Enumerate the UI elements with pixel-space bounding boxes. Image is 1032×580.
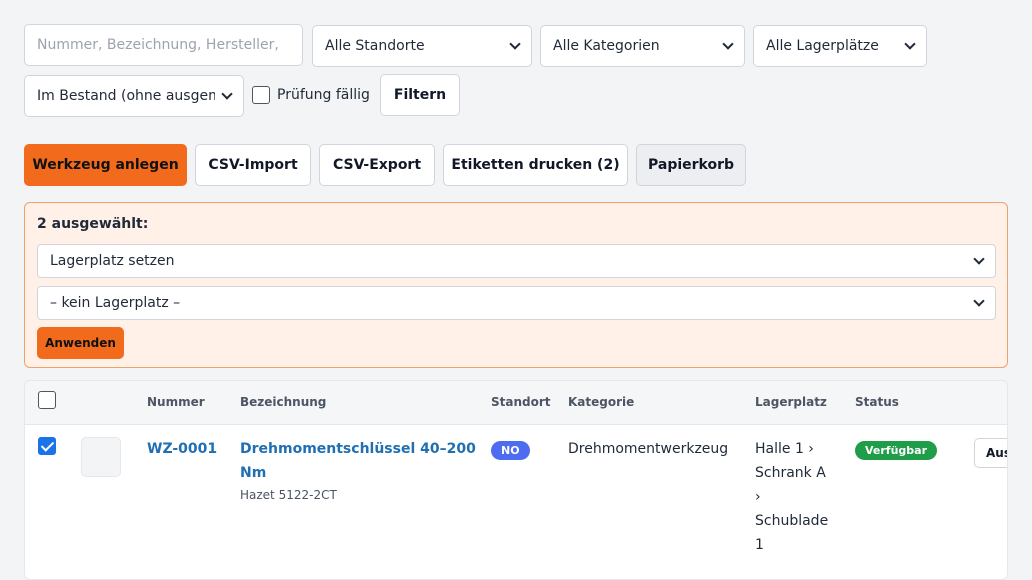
search-placeholder: Nummer, Bezeichnung, Hersteller, xyxy=(37,37,279,53)
chevron-down-icon xyxy=(221,88,233,100)
tool-name-link[interactable]: Drehmomentschlüssel 40–200 xyxy=(240,441,476,457)
bulk-action-select[interactable]: Lagerplatz setzen xyxy=(37,244,996,278)
lagerplatz-line: Schrank A xyxy=(755,465,826,481)
header-kategorie[interactable]: Kategorie xyxy=(568,395,634,409)
header-nummer[interactable]: Nummer xyxy=(147,395,205,409)
header-lagerplatz[interactable]: Lagerplatz xyxy=(755,395,827,409)
bestand-select[interactable]: Im Bestand (ohne ausgem xyxy=(24,75,244,117)
status-badge: Verfügbar xyxy=(855,441,938,460)
chevron-down-icon xyxy=(722,38,734,50)
header-standort[interactable]: Standort xyxy=(491,395,551,409)
select-all-checkbox[interactable] xyxy=(38,391,56,409)
lagerplatz-line: Schublade xyxy=(755,513,829,529)
tool-name-link-cont[interactable]: Nm xyxy=(240,465,266,481)
lagerplatz-select[interactable]: Alle Lagerplätze xyxy=(753,25,927,67)
chevron-down-icon xyxy=(973,295,985,307)
tools-table: Nummer Bezeichnung Standort Kategorie La… xyxy=(24,380,1008,580)
standort-select[interactable]: Alle Standorte xyxy=(312,25,532,67)
kategorie-select[interactable]: Alle Kategorien xyxy=(540,25,745,67)
kategorie-select-value: Alle Kategorien xyxy=(553,38,660,54)
header-bezeichnung[interactable]: Bezeichnung xyxy=(240,395,326,409)
trash-button[interactable]: Papierkorb xyxy=(636,144,746,186)
tool-number-link[interactable]: WZ-0001 xyxy=(147,441,217,457)
filter-button[interactable]: Filtern xyxy=(380,74,460,116)
lagerplatz-select-value: Alle Lagerplätze xyxy=(766,38,879,54)
print-labels-button[interactable]: Etiketten drucken (2) xyxy=(443,144,628,186)
bulk-value-value: – kein Lagerplatz – xyxy=(50,295,181,311)
tool-category: Drehmomentwerkzeug xyxy=(568,441,729,457)
bulk-action-panel: 2 ausgewählt: Lagerplatz setzen – kein L… xyxy=(24,202,1008,368)
bestand-select-value: Im Bestand (ohne ausgem xyxy=(37,88,215,104)
bulk-action-value: Lagerplatz setzen xyxy=(50,253,175,269)
bulk-value-select[interactable]: – kein Lagerplatz – xyxy=(37,286,996,320)
standort-badge: NO xyxy=(491,441,530,460)
lagerplatz-line: Halle 1 › xyxy=(755,441,814,457)
chevron-down-icon xyxy=(904,38,916,50)
search-input[interactable]: Nummer, Bezeichnung, Hersteller, xyxy=(24,24,303,66)
ausgabe-button[interactable]: Aus xyxy=(974,438,1007,468)
lagerplatz-line: › xyxy=(755,489,761,505)
standort-select-value: Alle Standorte xyxy=(325,38,425,54)
chevron-down-icon xyxy=(973,253,985,265)
row-select-checkbox[interactable] xyxy=(38,437,56,455)
bulk-selection-count: 2 ausgewählt: xyxy=(37,216,149,232)
table-header: Nummer Bezeichnung Standort Kategorie La… xyxy=(25,381,1007,425)
pruefung-label: Prüfung fällig xyxy=(277,87,370,103)
create-tool-button[interactable]: Werkzeug anlegen xyxy=(24,144,187,186)
csv-export-button[interactable]: CSV-Export xyxy=(319,144,435,186)
tool-manufacturer: Hazet 5122-2CT xyxy=(240,488,337,502)
tool-thumbnail xyxy=(81,437,121,477)
pruefung-checkbox[interactable] xyxy=(252,86,270,104)
csv-import-button[interactable]: CSV-Import xyxy=(195,144,311,186)
chevron-down-icon xyxy=(509,38,521,50)
lagerplatz-line: 1 xyxy=(755,537,764,553)
apply-button[interactable]: Anwenden xyxy=(37,327,124,359)
header-status[interactable]: Status xyxy=(855,395,899,409)
